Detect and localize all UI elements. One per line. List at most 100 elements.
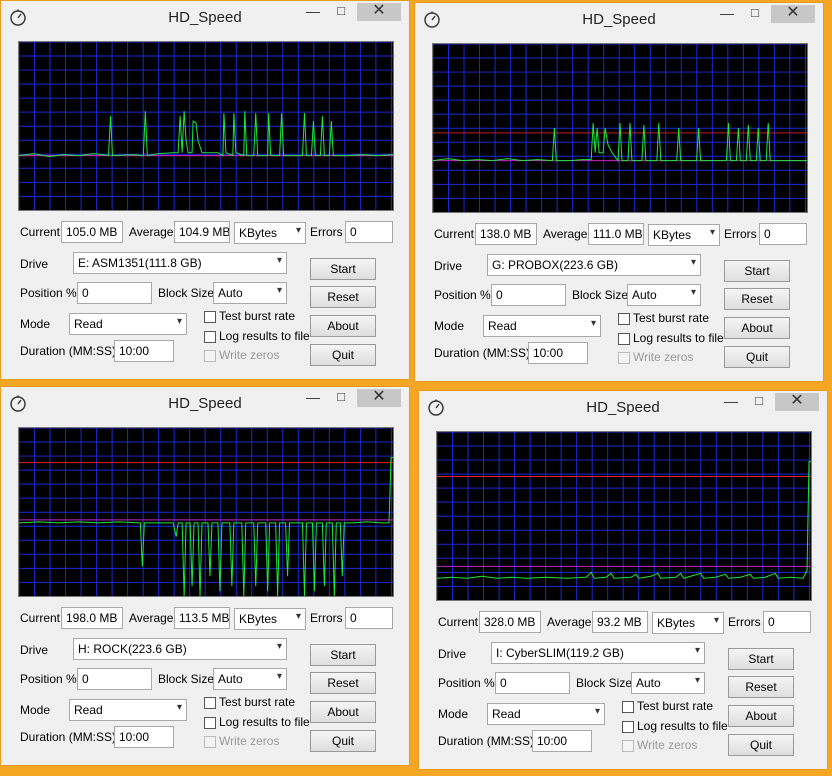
write-zeros-label: Write zeros — [633, 350, 694, 364]
position-input[interactable]: 0 — [77, 282, 152, 304]
start-button[interactable]: Start — [310, 258, 376, 280]
units-value: KBytes — [653, 228, 692, 242]
average-label: Average — [547, 615, 592, 629]
drive-select[interactable]: H: ROCK(223.6 GB) ▾ — [73, 638, 287, 660]
block-size-select[interactable]: Auto ▾ — [213, 668, 287, 690]
block-size-select[interactable]: Auto ▾ — [631, 672, 705, 694]
reset-button[interactable]: Reset — [724, 288, 790, 310]
errors-label: Errors — [310, 225, 343, 239]
drive-select[interactable]: E: ASM1351(111.8 GB) ▾ — [73, 252, 287, 274]
position-label: Position % — [20, 286, 77, 300]
start-button[interactable]: Start — [310, 644, 376, 666]
quit-button[interactable]: Quit — [310, 344, 376, 366]
average-value: 113.5 MB — [174, 607, 230, 629]
mode-select[interactable]: Read ▾ — [487, 703, 605, 725]
units-select[interactable]: KBytes ▾ — [234, 222, 306, 244]
mode-select[interactable]: Read ▾ — [483, 315, 601, 337]
test-burst-label: Test burst rate — [633, 311, 710, 325]
test-burst-checkbox[interactable] — [622, 701, 634, 713]
test-burst-checkbox[interactable] — [618, 313, 630, 325]
mode-select[interactable]: Read ▾ — [69, 699, 187, 721]
drive-select[interactable]: I: CyberSLIM(119.2 GB) ▾ — [491, 642, 705, 664]
current-label: Current — [434, 227, 475, 241]
units-select[interactable]: KBytes ▾ — [652, 612, 724, 634]
minimize-icon[interactable]: — — [715, 5, 739, 23]
speed-graph — [436, 431, 812, 601]
about-button[interactable]: About — [728, 705, 794, 727]
units-select[interactable]: KBytes ▾ — [648, 224, 720, 246]
units-value: KBytes — [239, 612, 278, 626]
minimize-icon[interactable]: — — [301, 389, 325, 407]
duration-input[interactable]: 10:00 — [532, 730, 592, 752]
mode-value: Read — [74, 317, 103, 331]
speed-graph — [18, 41, 394, 211]
close-icon[interactable]: ✕ — [357, 3, 401, 21]
block-size-value: Auto — [218, 286, 243, 300]
quit-button[interactable]: Quit — [724, 346, 790, 368]
quit-button[interactable]: Quit — [310, 730, 376, 752]
minimize-icon[interactable]: — — [719, 393, 743, 411]
minimize-icon[interactable]: — — [301, 3, 325, 21]
mode-label: Mode — [20, 317, 51, 331]
drive-select[interactable]: G: PROBOX(223.6 GB) ▾ — [487, 254, 701, 276]
duration-input[interactable]: 10:00 — [114, 726, 174, 748]
start-button[interactable]: Start — [728, 648, 794, 670]
average-label: Average — [129, 611, 174, 625]
block-size-select[interactable]: Auto ▾ — [213, 282, 287, 304]
block-size-label: Block Size — [158, 286, 215, 300]
log-results-checkbox[interactable] — [618, 333, 630, 345]
log-results-label: Log results to file — [637, 719, 728, 733]
speed-graph — [18, 427, 394, 597]
about-button[interactable]: About — [724, 317, 790, 339]
chevron-down-icon: ▾ — [713, 615, 719, 626]
average-value: 93.2 MB — [592, 611, 648, 633]
units-select[interactable]: KBytes ▾ — [234, 608, 306, 630]
about-button[interactable]: About — [310, 315, 376, 337]
write-zeros-checkbox — [204, 736, 216, 748]
position-input[interactable]: 0 — [491, 284, 566, 306]
maximize-icon[interactable]: □ — [747, 393, 771, 411]
block-size-select[interactable]: Auto ▾ — [627, 284, 701, 306]
maximize-icon[interactable]: □ — [743, 5, 767, 23]
close-icon[interactable]: ✕ — [357, 389, 401, 407]
test-burst-checkbox[interactable] — [204, 697, 216, 709]
mode-select[interactable]: Read ▾ — [69, 313, 187, 335]
log-results-checkbox[interactable] — [622, 721, 634, 733]
chevron-down-icon: ▾ — [295, 225, 301, 236]
about-button[interactable]: About — [310, 701, 376, 723]
average-value: 111.0 MB — [588, 223, 644, 245]
hd-speed-window-2: HD_Speed — □ ✕ Current 138.0 MB Average 111.0 M… — [414, 2, 824, 382]
start-button[interactable]: Start — [724, 260, 790, 282]
close-icon[interactable]: ✕ — [775, 393, 819, 411]
chevron-down-icon: ▾ — [690, 257, 696, 268]
duration-input[interactable]: 10:00 — [114, 340, 174, 362]
position-label: Position % — [434, 288, 491, 302]
drive-label: Drive — [438, 647, 467, 661]
log-results-label: Log results to file — [219, 715, 310, 729]
duration-input[interactable]: 10:00 — [528, 342, 588, 364]
quit-button[interactable]: Quit — [728, 734, 794, 756]
current-value: 198.0 MB — [61, 607, 123, 629]
reset-button[interactable]: Reset — [310, 672, 376, 694]
test-burst-checkbox[interactable] — [204, 311, 216, 323]
test-burst-label: Test burst rate — [219, 695, 296, 709]
close-icon[interactable]: ✕ — [771, 5, 815, 23]
log-results-checkbox[interactable] — [204, 717, 216, 729]
position-input[interactable]: 0 — [77, 668, 152, 690]
chevron-down-icon: ▾ — [176, 702, 182, 713]
units-value: KBytes — [657, 616, 696, 630]
drive-value: E: ASM1351(111.8 GB) — [78, 256, 202, 270]
position-input[interactable]: 0 — [495, 672, 570, 694]
block-size-label: Block Size — [572, 288, 629, 302]
maximize-icon[interactable]: □ — [329, 3, 353, 21]
units-value: KBytes — [239, 226, 278, 240]
title-bar: HD_Speed — □ ✕ — [419, 391, 827, 423]
chevron-down-icon: ▾ — [694, 645, 700, 656]
maximize-icon[interactable]: □ — [329, 389, 353, 407]
log-results-checkbox[interactable] — [204, 331, 216, 343]
reset-button[interactable]: Reset — [310, 286, 376, 308]
current-value: 138.0 MB — [475, 223, 537, 245]
reset-button[interactable]: Reset — [728, 676, 794, 698]
average-label: Average — [129, 225, 174, 239]
duration-label: Duration (MM:SS) — [438, 734, 535, 748]
